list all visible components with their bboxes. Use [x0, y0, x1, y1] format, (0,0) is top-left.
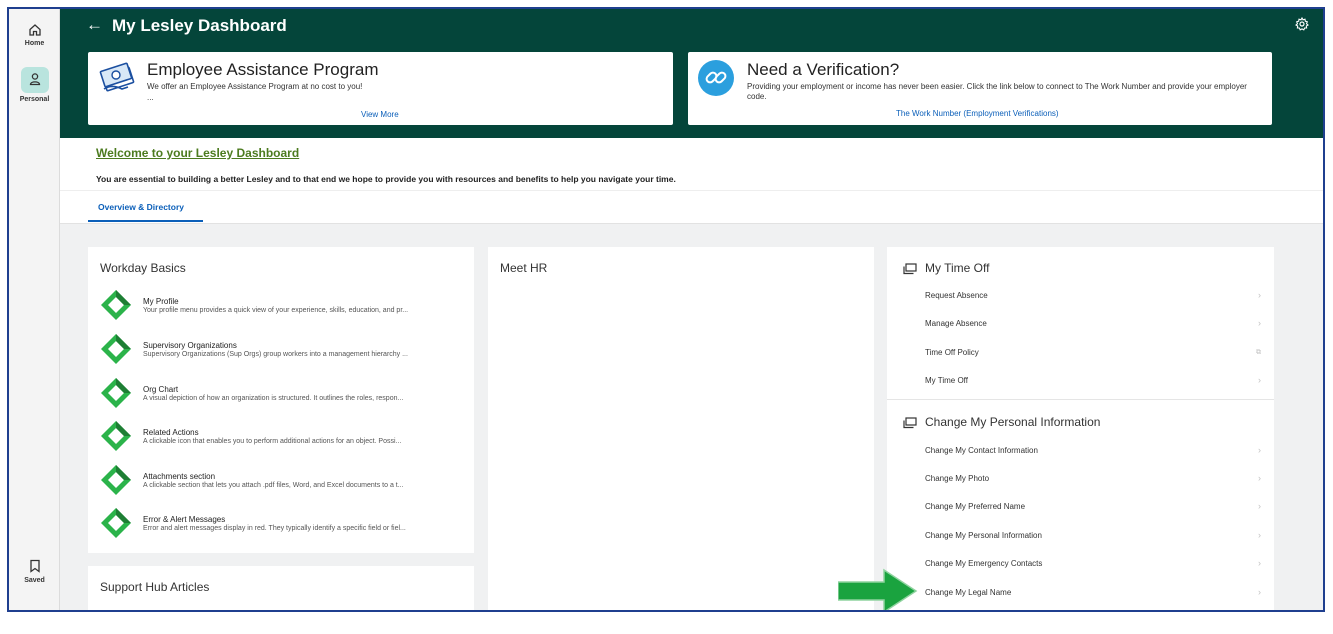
row-label: Change My Legal Name [925, 588, 1012, 597]
row-label: Request Absence [925, 291, 988, 300]
chevron-right-icon: › [1258, 445, 1261, 455]
rail-saved-label: Saved [24, 577, 45, 584]
eap-desc: We offer an Employee Assistance Program … [147, 82, 363, 91]
workday-basics-card: Workday Basics My Profile Your profile m… [88, 247, 474, 553]
list-item[interactable]: Supervisory Organizations Supervisory Or… [100, 333, 470, 369]
chevron-right-icon: › [1258, 318, 1261, 328]
link-icon [698, 60, 734, 96]
row-label: Change My Photo [925, 474, 990, 483]
chevron-right-icon: › [1258, 473, 1261, 483]
time-off-title: My Time Off [925, 261, 990, 275]
work-number-link[interactable]: The Work Number (Employment Verification… [896, 109, 1059, 118]
eap-title: Employee Assistance Program [147, 60, 379, 79]
change-emergency-contacts-link[interactable]: Change My Emergency Contacts › [925, 558, 1261, 573]
chevron-right-icon: › [1258, 530, 1261, 540]
workday-diamond-icon [101, 421, 131, 451]
list-item[interactable]: Attachments section A clickable section … [100, 464, 470, 500]
list-item[interactable]: My Profile Your profile menu provides a … [100, 289, 470, 325]
dashboard-header: ← My Lesley Dashboard Employee Assistanc… [60, 9, 1323, 138]
my-time-off-link[interactable]: My Time Off › [925, 375, 1261, 390]
list-item-title: Error & Alert Messages [143, 515, 226, 524]
rail-home[interactable]: Home [9, 23, 60, 47]
row-label: Change My Contact Information [925, 446, 1038, 455]
rail-home-label: Home [24, 40, 45, 47]
list-item[interactable]: Org Chart A visual depiction of how an o… [100, 377, 470, 413]
person-icon [29, 72, 40, 85]
list-item-title: Attachments section [143, 472, 216, 481]
window-icon [903, 263, 917, 275]
row-label: Time Off Policy [925, 348, 979, 357]
rail-personal-label: Personal [19, 96, 50, 103]
window-icon [903, 417, 917, 429]
request-absence-link[interactable]: Request Absence › [925, 290, 1261, 305]
row-label: Change My Emergency Contacts [925, 559, 1043, 568]
row-label: Manage Absence [925, 319, 987, 328]
change-photo-link[interactable]: Change My Photo › [925, 473, 1261, 488]
change-personal-info-link[interactable]: Change My Personal Information › [925, 530, 1261, 545]
rail-personal[interactable]: Personal [9, 67, 60, 103]
chevron-right-icon: › [1258, 587, 1261, 597]
divider [60, 190, 1323, 191]
change-contact-info-link[interactable]: Change My Contact Information › [925, 445, 1261, 460]
welcome-desc: You are essential to building a better L… [96, 174, 676, 184]
workday-diamond-icon [101, 378, 131, 408]
page-title: My Lesley Dashboard [112, 16, 287, 35]
rail-saved[interactable]: Saved [9, 559, 60, 584]
list-item-desc: A clickable icon that enables you to per… [143, 438, 402, 445]
app-frame: Home Personal Saved ← My Lesley Dashboar… [7, 7, 1325, 612]
workday-diamond-icon [101, 290, 131, 320]
welcome-section: Welcome to your Lesley Dashboard You are… [60, 138, 1323, 224]
list-item-desc: Your profile menu provides a quick view … [143, 307, 409, 314]
workday-diamond-icon [101, 508, 131, 538]
workday-basics-title: Workday Basics [100, 261, 186, 275]
row-label: Change My Preferred Name [925, 502, 1026, 511]
list-item-title: Org Chart [143, 385, 179, 394]
list-item-desc: A visual depiction of how an organizatio… [143, 395, 404, 402]
list-item[interactable]: Related Actions A clickable icon that en… [100, 420, 470, 456]
eap-promo-card: Employee Assistance Program We offer an … [88, 52, 673, 125]
row-label: My Time Off [925, 376, 968, 385]
time-off-policy-link[interactable]: Time Off Policy ⧉ [925, 348, 1261, 362]
list-item[interactable]: Error & Alert Messages Error and alert m… [100, 507, 470, 543]
tab-overview-directory[interactable]: Overview & Directory [98, 202, 184, 212]
personal-info-title: Change My Personal Information [925, 415, 1101, 429]
view-more-link[interactable]: View More [361, 110, 399, 119]
green-arrow-annotation [838, 568, 918, 610]
eap-ellipsis: ... [147, 93, 154, 102]
meet-hr-card: Meet HR [488, 247, 874, 610]
manage-absence-link[interactable]: Manage Absence › [925, 318, 1261, 333]
external-link-icon: ⧉ [1256, 349, 1261, 356]
verification-title: Need a Verification? [747, 60, 900, 79]
change-preferred-name-link[interactable]: Change My Preferred Name › [925, 501, 1261, 516]
workday-diamond-icon [101, 465, 131, 495]
left-rail: Home Personal Saved [9, 9, 60, 610]
list-item-desc: Supervisory Organizations (Sup Orgs) gro… [143, 351, 408, 358]
time-off-card: My Time Off Request Absence › Manage Abse… [887, 247, 1274, 610]
list-item-title: My Profile [143, 297, 179, 306]
support-hub-card: Support Hub Articles [88, 566, 474, 610]
back-arrow-icon[interactable]: ← [86, 15, 103, 35]
money-icon [99, 62, 135, 92]
support-hub-title: Support Hub Articles [100, 580, 210, 594]
list-item-title: Related Actions [143, 428, 199, 437]
chevron-right-icon: › [1258, 501, 1261, 511]
list-item-desc: A clickable section that lets you attach… [143, 482, 404, 489]
tab-active-indicator [88, 220, 203, 222]
bookmark-icon [29, 559, 40, 573]
verification-desc: Providing your employment or income has … [747, 82, 1247, 101]
verification-promo-card: Need a Verification? Providing your empl… [688, 52, 1272, 125]
row-label: Change My Personal Information [925, 531, 1042, 540]
workday-diamond-icon [101, 334, 131, 364]
chevron-right-icon: › [1258, 558, 1261, 568]
gear-icon[interactable] [1295, 17, 1309, 31]
divider [887, 399, 1274, 400]
list-item-desc: Error and alert messages display in red.… [143, 525, 406, 532]
home-icon [28, 24, 41, 36]
chevron-right-icon: › [1258, 290, 1261, 300]
chevron-right-icon: › [1258, 375, 1261, 385]
change-legal-name-link[interactable]: Change My Legal Name › [925, 587, 1261, 602]
list-item-title: Supervisory Organizations [143, 341, 237, 350]
meet-hr-title: Meet HR [500, 261, 548, 275]
welcome-title: Welcome to your Lesley Dashboard [96, 146, 300, 160]
